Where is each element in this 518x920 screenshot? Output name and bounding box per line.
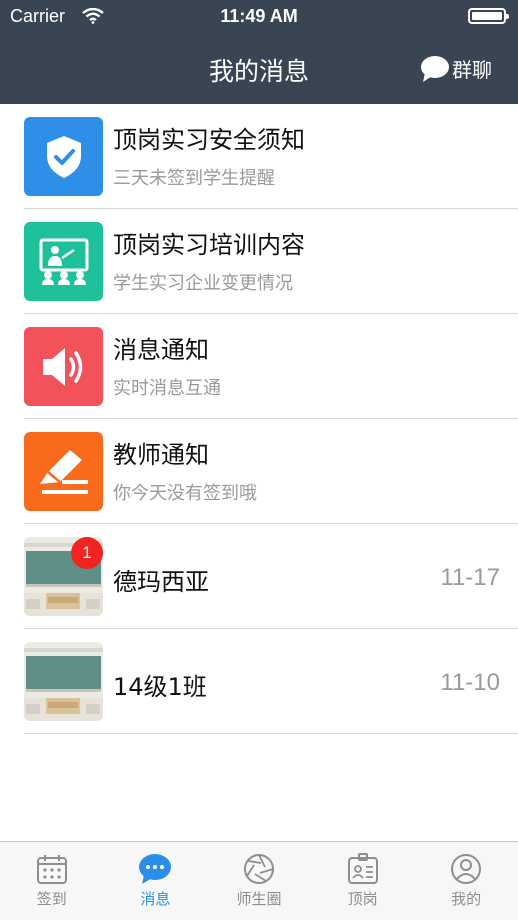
- message-subtitle: 三天未签到学生提醒: [113, 168, 275, 189]
- group-chat-label: 群聊: [452, 58, 492, 82]
- chat-date: 11-10: [440, 669, 500, 696]
- row-divider: [24, 733, 518, 734]
- chat-bubble-icon: [421, 55, 449, 82]
- chat-bubble-icon: [139, 854, 172, 884]
- message-subtitle: 学生实习企业变更情况: [113, 273, 293, 294]
- message-title: 消息通知: [113, 336, 209, 364]
- unread-badge: 1: [71, 537, 103, 569]
- tab-label: 顶岗: [347, 890, 378, 908]
- message-title: 顶岗实习安全须知: [113, 126, 305, 154]
- classroom-photo: [24, 642, 103, 721]
- chat-date: 11-17: [440, 564, 500, 591]
- status-bar: Carrier 11:49 AM: [0, 0, 518, 34]
- status-time: 11:49 AM: [220, 6, 298, 26]
- message-list: 顶岗实习安全须知 三天未签到学生提醒 顶岗实习培训内容 学生实习企业变更情况 消…: [0, 104, 518, 734]
- classroom-icon: [39, 238, 88, 285]
- message-subtitle: 你今天没有签到哦: [113, 483, 257, 504]
- calendar-icon: [36, 855, 67, 884]
- tab-bar: 签到 消息 师生圈 顶岗 我的: [0, 841, 518, 920]
- id-card-icon: [347, 853, 378, 884]
- group-chat-button[interactable]: 群聊: [420, 54, 492, 83]
- list-item[interactable]: 顶岗实习安全须知 三天未签到学生提醒: [0, 104, 518, 209]
- tab-label: 消息: [140, 890, 171, 908]
- message-avatar: [24, 327, 103, 406]
- tab-messages[interactable]: 消息: [104, 842, 208, 920]
- list-item[interactable]: 教师通知 你今天没有签到哦: [0, 419, 518, 524]
- message-avatar: [24, 222, 103, 301]
- speaker-icon: [42, 347, 82, 386]
- tab-internship[interactable]: 顶岗: [311, 842, 415, 920]
- tab-label: 我的: [451, 890, 482, 908]
- tab-circle[interactable]: 师生圈: [207, 842, 311, 920]
- message-avatar: [24, 432, 103, 511]
- tab-label: 签到: [36, 890, 67, 908]
- message-avatar: [24, 117, 103, 196]
- chat-title: 德玛西亚: [113, 568, 209, 596]
- battery-icon: [468, 8, 509, 24]
- tab-label: 师生圈: [236, 890, 282, 908]
- list-item[interactable]: 顶岗实习培训内容 学生实习企业变更情况: [0, 209, 518, 314]
- message-title: 顶岗实习培训内容: [113, 231, 305, 259]
- tab-mine[interactable]: 我的: [414, 842, 518, 920]
- shield-check-icon: [46, 135, 81, 178]
- tab-sign-in[interactable]: 签到: [0, 842, 104, 920]
- pen-icon: [39, 449, 88, 494]
- message-subtitle: 实时消息互通: [113, 378, 221, 399]
- top-bar: Carrier 11:49 AM 我的消息 群聊: [0, 0, 518, 104]
- classroom-photo-image: [24, 642, 103, 721]
- chat-title: 14级1班: [113, 673, 207, 701]
- list-item[interactable]: 14级1班 11-10: [0, 629, 518, 734]
- message-title: 教师通知: [113, 441, 209, 469]
- list-item[interactable]: 消息通知 实时消息互通: [0, 314, 518, 419]
- aperture-icon: [243, 854, 274, 884]
- user-icon: [451, 854, 482, 884]
